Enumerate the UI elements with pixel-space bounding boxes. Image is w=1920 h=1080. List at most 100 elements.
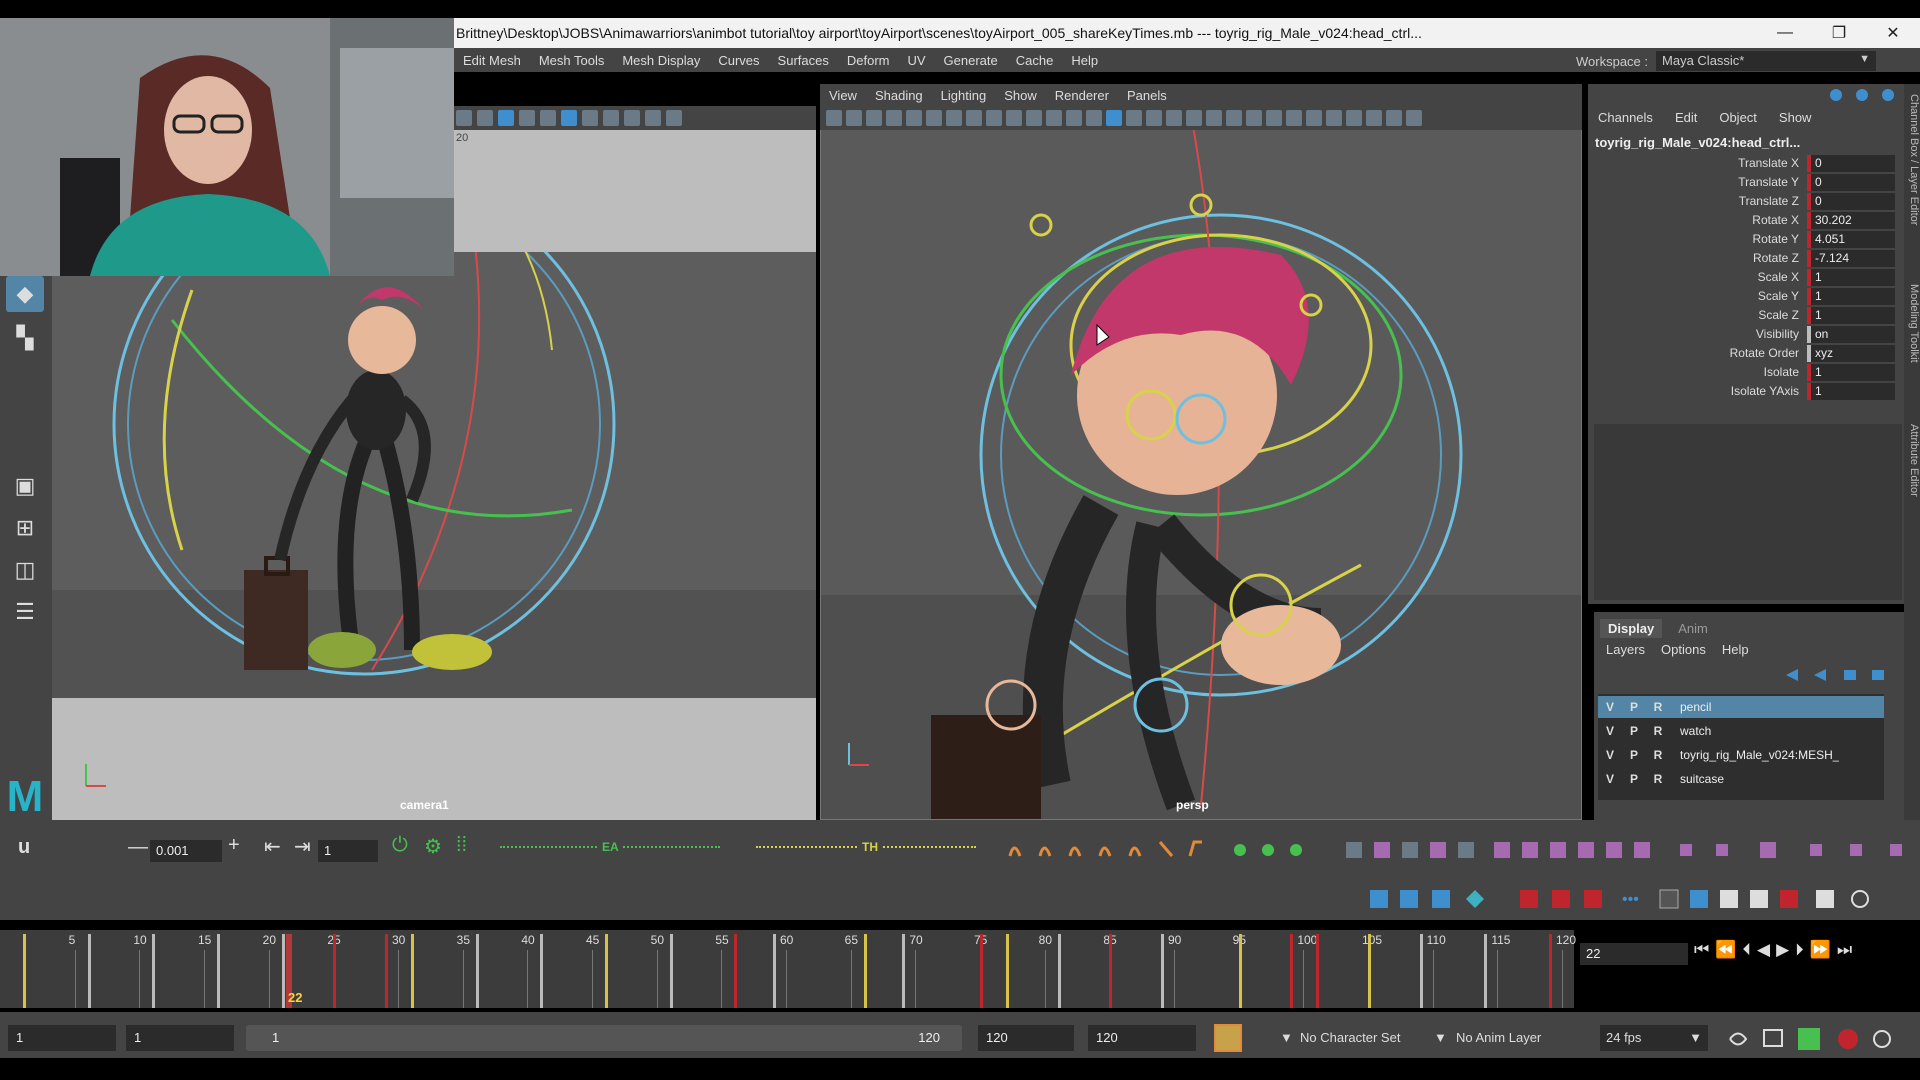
image-plane-icon[interactable]: [886, 110, 902, 126]
playback-start-field[interactable]: 1: [126, 1025, 234, 1051]
power-icon[interactable]: ⏻: [392, 834, 408, 857]
channel-menu-channels[interactable]: Channels: [1598, 110, 1653, 125]
new-layer-selected-icon[interactable]: [1872, 670, 1884, 680]
graph-editor-icon[interactable]: [1659, 889, 1679, 909]
attr-value[interactable]: 1: [1807, 363, 1895, 381]
keyframe-marker[interactable]: [1238, 934, 1242, 1008]
tab-modeling-toolkit[interactable]: Modeling Toolkit: [1904, 284, 1920, 363]
reset-icon[interactable]: [1550, 842, 1566, 858]
keyframe-marker[interactable]: [1109, 934, 1113, 1008]
layer-icon[interactable]: [1856, 89, 1868, 101]
layer-menu-help[interactable]: Help: [1722, 642, 1749, 657]
attr-value[interactable]: xyz: [1807, 344, 1895, 362]
shadows-icon[interactable]: [561, 110, 577, 126]
animation-start-field[interactable]: 1: [8, 1025, 116, 1051]
loop-icon[interactable]: [1729, 1032, 1748, 1046]
share-keys-icon[interactable]: [1584, 890, 1602, 908]
micro-transform-icon[interactable]: [1578, 842, 1594, 858]
fps-dropdown[interactable]: 24 fps ▼: [1600, 1025, 1708, 1051]
panel-menu-view[interactable]: View: [820, 88, 866, 103]
mark-icon[interactable]: [1810, 844, 1822, 856]
rig-ik-fk-icon[interactable]: [1458, 842, 1474, 858]
attr-value[interactable]: 0: [1807, 154, 1895, 172]
attr-value[interactable]: 0: [1807, 192, 1895, 210]
two-d-pan-icon[interactable]: [906, 110, 922, 126]
keyframe-marker[interactable]: [152, 934, 156, 1008]
textured-icon[interactable]: [519, 110, 535, 126]
attr-isolate-yaxis[interactable]: Isolate YAxis 1: [1595, 382, 1900, 400]
delete-key-icon[interactable]: [1760, 842, 1776, 858]
select-mirror-icon[interactable]: [1402, 842, 1418, 858]
playback-end-field[interactable]: 120: [978, 1025, 1074, 1051]
xray-icon[interactable]: [1306, 110, 1322, 126]
keyframe-marker[interactable]: [669, 934, 673, 1008]
attr-rotate-x[interactable]: Rotate X 30.202: [1595, 211, 1900, 229]
step-back-key-icon[interactable]: ⏪: [1715, 940, 1736, 960]
isolate-icon[interactable]: [582, 110, 598, 126]
overshoot-icon[interactable]: [1098, 846, 1112, 857]
keyframe-marker[interactable]: [1549, 934, 1553, 1008]
frame-offset-field[interactable]: 1: [318, 840, 378, 862]
preferences-icon[interactable]: [1873, 1030, 1891, 1048]
blend-icon[interactable]: [1520, 890, 1538, 908]
layer-reference-toggle[interactable]: R: [1646, 700, 1670, 714]
menu-help[interactable]: Help: [1062, 53, 1107, 68]
keyframe-marker[interactable]: [281, 934, 285, 1008]
tag-icon[interactable]: [1680, 844, 1692, 856]
single-perspective-layout-icon[interactable]: ▣: [6, 468, 44, 504]
current-frame-field[interactable]: 22: [1580, 943, 1688, 965]
layer-row[interactable]: V P R toyrig_rig_Male_v024:MESH_: [1598, 744, 1884, 766]
chevron-down-icon[interactable]: ▼: [1280, 1030, 1293, 1045]
cube-icon[interactable]: [1816, 890, 1834, 908]
color-management-icon[interactable]: [1406, 110, 1422, 126]
lights-icon[interactable]: [540, 110, 556, 126]
resolution-gate-icon[interactable]: [986, 110, 1002, 126]
workspace-dropdown[interactable]: Maya Classic* ▼: [1656, 51, 1877, 71]
step-forward-frame-icon[interactable]: ⏵: [1795, 940, 1804, 960]
panel-menu-show[interactable]: Show: [995, 88, 1046, 103]
keyframe-marker[interactable]: [1419, 934, 1423, 1008]
hierarchy-icon[interactable]: [1750, 890, 1768, 908]
layer-visible-toggle[interactable]: V: [1598, 772, 1622, 786]
grid-dots-icon[interactable]: ⁞⁞: [456, 834, 467, 857]
menu-deform[interactable]: Deform: [838, 53, 899, 68]
nudge-right-icon[interactable]: ⇥: [294, 834, 311, 859]
keyframe-marker[interactable]: [773, 934, 777, 1008]
motion-trail-icon[interactable]: [1346, 842, 1362, 858]
attr-visibility[interactable]: Visibility on: [1595, 325, 1900, 343]
attr-value[interactable]: 1: [1807, 287, 1895, 305]
tag-alt-icon[interactable]: [1716, 844, 1728, 856]
step-back-frame-icon[interactable]: ⏴: [1742, 940, 1751, 960]
lights-icon[interactable]: [1166, 110, 1182, 126]
layer-name[interactable]: suitcase: [1670, 772, 1724, 786]
favorite-icon[interactable]: [1780, 890, 1798, 908]
minimize-button[interactable]: —: [1758, 24, 1812, 42]
anti-aliasing-icon[interactable]: [1246, 110, 1262, 126]
tab-attribute-editor[interactable]: Attribute Editor: [1904, 424, 1920, 497]
layer-playback-toggle[interactable]: P: [1622, 772, 1646, 786]
options-icon[interactable]: [1890, 844, 1902, 856]
more-icon[interactable]: •••: [1622, 891, 1639, 908]
attr-value[interactable]: 1: [1807, 382, 1895, 400]
auto-key-settings-icon[interactable]: [1838, 1029, 1858, 1049]
restore-button[interactable]: ❐: [1812, 23, 1866, 43]
wireframe-icon[interactable]: [1086, 110, 1102, 126]
dope-sheet-icon[interactable]: [1690, 890, 1708, 908]
layer-name[interactable]: pencil: [1670, 700, 1711, 714]
keyframe-marker[interactable]: [410, 934, 414, 1008]
xray-components-icon[interactable]: [1346, 110, 1362, 126]
layer-row[interactable]: V P R watch: [1598, 720, 1884, 742]
key-icon[interactable]: [1830, 89, 1842, 101]
mark-alt-icon[interactable]: [1850, 844, 1862, 856]
attr-value[interactable]: 0: [1807, 173, 1895, 191]
layer-name[interactable]: watch: [1670, 724, 1711, 738]
wireframe-on-shaded-icon[interactable]: [1126, 110, 1142, 126]
layer-row[interactable]: V P R suitcase: [1598, 768, 1884, 790]
keyframe-marker[interactable]: [22, 934, 26, 1008]
minus-icon[interactable]: —: [128, 836, 148, 859]
menu-generate[interactable]: Generate: [935, 53, 1007, 68]
key-diamond-icon[interactable]: [1466, 890, 1484, 908]
wireframe-icon[interactable]: [477, 110, 493, 126]
smooth-shade-icon[interactable]: [1106, 110, 1122, 126]
attr-rotate-z[interactable]: Rotate Z -7.124: [1595, 249, 1900, 267]
